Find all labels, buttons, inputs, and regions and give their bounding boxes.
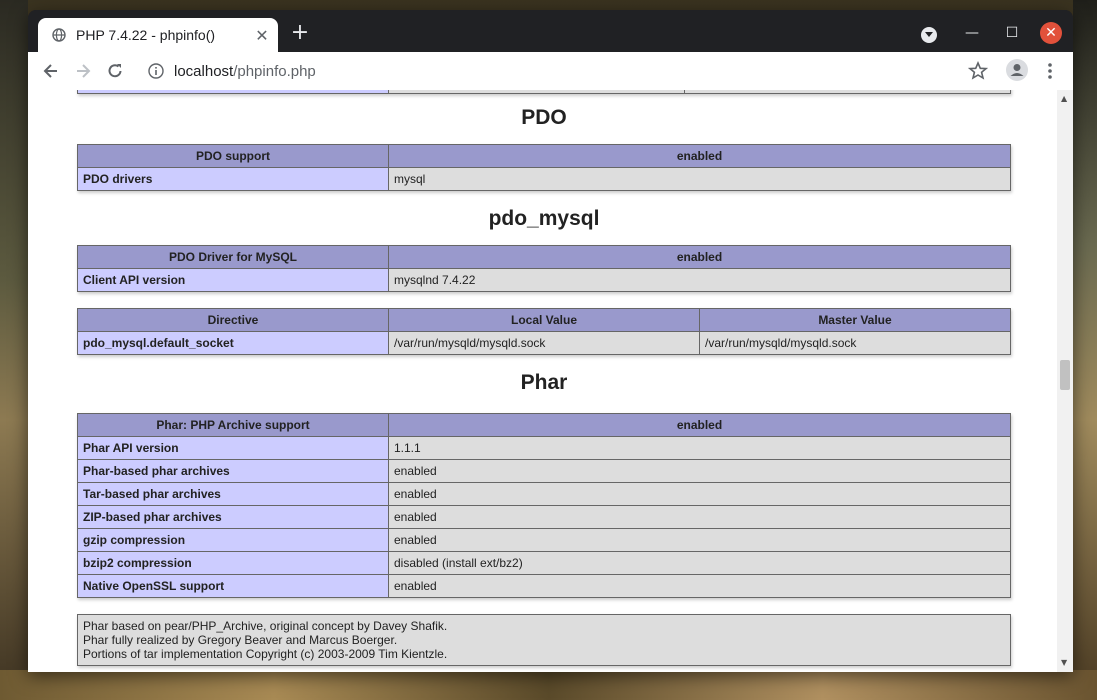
previous-table-fragment	[77, 90, 1011, 94]
row-label: Phar-based phar archives	[77, 459, 389, 483]
maximize-icon[interactable]: ☐	[1001, 22, 1023, 44]
table-row: Tar-based phar archives enabled	[77, 482, 1011, 506]
row-label: Tar-based phar archives	[77, 482, 389, 506]
plus-icon[interactable]: +	[290, 22, 310, 44]
browser-window: PHP 7.4.22 - phpinfo() ✕ + — ☐ ✕ localho…	[28, 10, 1073, 672]
address-bar[interactable]: localhost/phpinfo.php	[138, 56, 998, 86]
table-header-row: PDO Driver for MySQL enabled	[77, 245, 1011, 269]
desktop-wallpaper-bottom	[0, 670, 1097, 700]
row-value: disabled (install ext/bz2)	[388, 551, 1011, 575]
pdo-mysql-directive-table: Directive Local Value Master Value pdo_m…	[77, 308, 1011, 355]
row-value: enabled	[388, 505, 1011, 529]
kebab-menu-icon[interactable]	[1045, 61, 1055, 81]
table-row: pdo_mysql.default_socket /var/run/mysqld…	[77, 331, 1011, 355]
row-local-value: /var/run/mysqld/mysqld.sock	[388, 331, 700, 355]
row-label: bzip2 compression	[77, 551, 389, 575]
arrow-left-icon[interactable]	[41, 61, 61, 81]
account-icon[interactable]	[1006, 59, 1028, 81]
table-header-row: Directive Local Value Master Value	[77, 308, 1011, 332]
row-value: mysql	[388, 167, 1011, 191]
credit-line: Phar fully realized by Gregory Beaver an…	[83, 633, 398, 647]
info-icon[interactable]	[148, 63, 164, 79]
row-label: Phar API version	[77, 436, 389, 460]
minimize-icon[interactable]: —	[961, 22, 983, 44]
section-heading-pdo: PDO	[521, 106, 567, 129]
table-row: bzip2 compression disabled (install ext/…	[77, 551, 1011, 575]
tab-title: PHP 7.4.22 - phpinfo()	[76, 27, 216, 43]
table-row: Native OpenSSL support enabled	[77, 574, 1011, 598]
vertical-scrollbar[interactable]: ▲ ▼	[1057, 90, 1073, 672]
row-label: PDO drivers	[77, 167, 389, 191]
table-header-cell: PDO Driver for MySQL	[77, 245, 389, 269]
desktop-wallpaper-left	[0, 0, 28, 700]
close-icon[interactable]: ✕	[252, 26, 272, 45]
desktop-wallpaper-right	[1073, 0, 1097, 700]
pdo-mysql-table: PDO Driver for MySQL enabled Client API …	[77, 245, 1011, 292]
row-value: mysqlnd 7.4.22	[388, 268, 1011, 292]
table-header-cell: Phar: PHP Archive support	[77, 413, 389, 437]
row-label: gzip compression	[77, 528, 389, 552]
row-label: Native OpenSSL support	[77, 574, 389, 598]
row-label: Client API version	[77, 268, 389, 292]
table-row: Phar-based phar archives enabled	[77, 459, 1011, 483]
row-value: 1.1.1	[388, 436, 1011, 460]
table-row: Client API version mysqlnd 7.4.22	[77, 268, 1011, 292]
scrollbar-thumb[interactable]	[1060, 360, 1070, 390]
section-heading-pdo-mysql: pdo_mysql	[488, 207, 600, 230]
credit-line: Portions of tar implementation Copyright…	[83, 647, 448, 661]
row-value: enabled	[388, 574, 1011, 598]
row-value: enabled	[388, 482, 1011, 506]
scroll-down-arrow-icon[interactable]: ▼	[1061, 658, 1067, 667]
table-header-row: PDO support enabled	[77, 144, 1011, 168]
reload-icon[interactable]	[105, 61, 125, 81]
globe-icon	[52, 28, 66, 42]
row-value: enabled	[388, 459, 1011, 483]
table-header-cell: enabled	[388, 245, 1011, 269]
table-row: gzip compression enabled	[77, 528, 1011, 552]
row-master-value: /var/run/mysqld/mysqld.sock	[699, 331, 1011, 355]
table-header-cell: Directive	[77, 308, 389, 332]
window-close-icon[interactable]: ✕	[1040, 22, 1062, 44]
url-path: /phpinfo.php	[233, 62, 316, 80]
star-icon[interactable]	[968, 61, 988, 81]
table-header-cell: enabled	[388, 144, 1011, 168]
phpinfo-content: PDO PDO support enabled PDO drivers mysq…	[77, 90, 1011, 666]
table-header-cell: PDO support	[77, 144, 389, 168]
row-label: pdo_mysql.default_socket	[77, 331, 389, 355]
browser-toolbar: localhost/phpinfo.php	[28, 52, 1073, 91]
scroll-up-arrow-icon[interactable]: ▲	[1061, 94, 1067, 103]
row-label: ZIP-based phar archives	[77, 505, 389, 529]
table-header-cell: enabled	[388, 413, 1011, 437]
url-host: localhost	[174, 62, 234, 80]
credit-line: Phar based on pear/PHP_Archive, original…	[83, 619, 448, 633]
tab-search-icon[interactable]	[921, 27, 937, 43]
arrow-right-icon[interactable]	[73, 61, 93, 81]
table-row: Phar API version 1.1.1	[77, 436, 1011, 460]
page-viewport[interactable]: PDO PDO support enabled PDO drivers mysq…	[28, 90, 1073, 672]
table-header-row: Phar: PHP Archive support enabled	[77, 413, 1011, 437]
row-value: enabled	[388, 528, 1011, 552]
tab-strip: PHP 7.4.22 - phpinfo() ✕ + — ☐ ✕	[28, 10, 1073, 52]
table-header-cell: Master Value	[699, 308, 1011, 332]
table-row: ZIP-based phar archives enabled	[77, 505, 1011, 529]
phar-table: Phar: PHP Archive support enabled Phar A…	[77, 413, 1011, 598]
phar-credits-box: Phar based on pear/PHP_Archive, original…	[77, 614, 1011, 666]
table-header-cell: Local Value	[388, 308, 700, 332]
pdo-table: PDO support enabled PDO drivers mysql	[77, 144, 1011, 191]
section-heading-phar: Phar	[520, 371, 568, 394]
tab-phpinfo[interactable]: PHP 7.4.22 - phpinfo() ✕	[38, 18, 278, 52]
table-row: PDO drivers mysql	[77, 167, 1011, 191]
